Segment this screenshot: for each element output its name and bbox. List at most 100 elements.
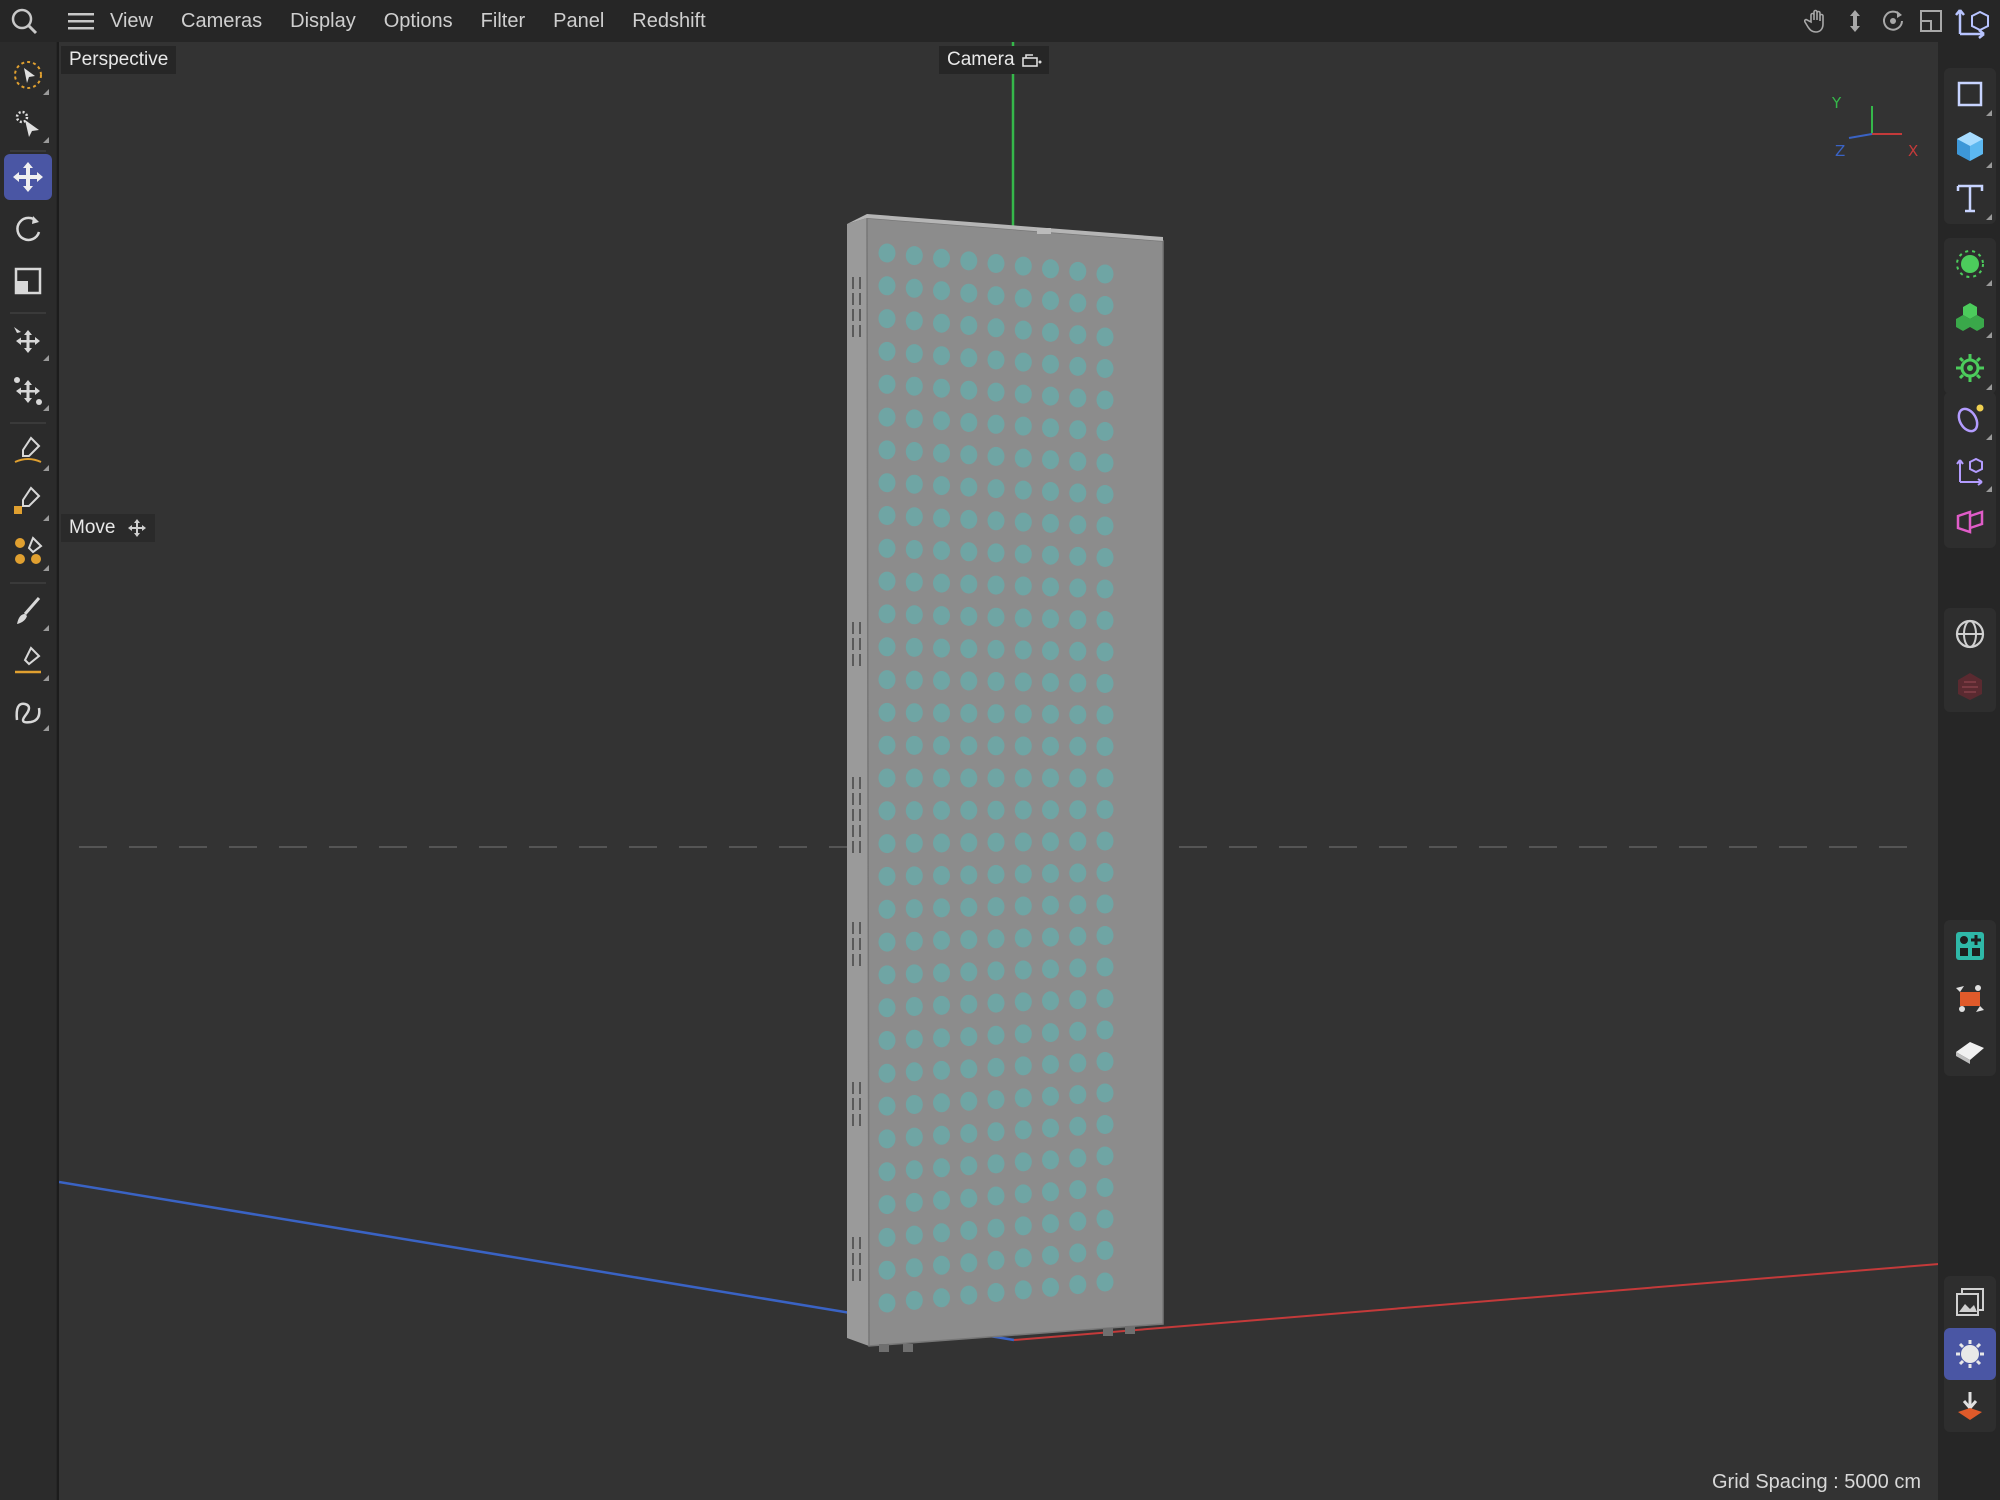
field-icon[interactable] bbox=[1944, 392, 1996, 444]
search-icon[interactable] bbox=[6, 4, 44, 38]
led-dot bbox=[987, 543, 1005, 563]
select-tool-icon[interactable] bbox=[4, 100, 52, 146]
led-dot bbox=[933, 346, 950, 366]
led-dot bbox=[1069, 325, 1087, 345]
led-dot bbox=[1014, 576, 1032, 596]
render-view-icon[interactable] bbox=[1944, 972, 1996, 1024]
led-dot bbox=[933, 833, 950, 853]
led-dot bbox=[905, 278, 923, 298]
led-dot bbox=[1014, 352, 1032, 372]
led-dot bbox=[960, 736, 978, 756]
led-dot bbox=[960, 994, 978, 1014]
led-dot bbox=[987, 350, 1005, 370]
render-settings-icon[interactable] bbox=[1944, 1276, 1996, 1328]
dolly-icon[interactable] bbox=[1836, 6, 1874, 36]
led-dot bbox=[1096, 485, 1114, 504]
maximize-view-icon[interactable] bbox=[1912, 6, 1950, 36]
menu-filter[interactable]: Filter bbox=[467, 0, 539, 42]
pan-hand-icon[interactable] bbox=[1798, 6, 1836, 36]
led-dot bbox=[1096, 1209, 1114, 1229]
cloner-icon[interactable] bbox=[1944, 290, 1996, 342]
led-dot bbox=[878, 243, 896, 263]
led-dot bbox=[1014, 672, 1032, 692]
orbit-icon[interactable] bbox=[1874, 6, 1912, 36]
spline-pen-icon[interactable] bbox=[4, 428, 52, 474]
camera-icon[interactable] bbox=[1944, 496, 1996, 548]
gizmo-x-label: X bbox=[1908, 142, 1919, 160]
viewport-solo-icon[interactable] bbox=[1944, 68, 1996, 120]
spline-smooth-icon[interactable] bbox=[4, 528, 52, 574]
redshift-icon[interactable] bbox=[1944, 660, 1996, 712]
led-dot bbox=[905, 1127, 923, 1147]
led-dot bbox=[1069, 546, 1087, 566]
spline-icon[interactable] bbox=[4, 688, 52, 734]
led-dot bbox=[878, 932, 896, 952]
node-editor-icon[interactable] bbox=[1944, 920, 1996, 972]
led-dot bbox=[1069, 1180, 1087, 1200]
menu-panel[interactable]: Panel bbox=[539, 0, 618, 42]
led-dot bbox=[878, 1063, 896, 1083]
led-dot bbox=[960, 477, 978, 497]
generator-icon[interactable] bbox=[1944, 238, 1996, 290]
workplane-icon[interactable] bbox=[1952, 2, 1992, 40]
brush-icon[interactable] bbox=[4, 588, 52, 634]
rotate-icon[interactable] bbox=[4, 206, 52, 252]
null-icon[interactable] bbox=[1944, 444, 1996, 496]
panel-side-face[interactable] bbox=[847, 218, 869, 1346]
view-name-label[interactable]: Perspective bbox=[61, 46, 177, 74]
led-dot bbox=[1042, 895, 1059, 915]
led-dot bbox=[1014, 704, 1032, 724]
led-dot bbox=[987, 768, 1005, 788]
led-dot bbox=[878, 768, 896, 788]
led-dot bbox=[933, 1028, 950, 1048]
perspective-viewport[interactable]: Perspective Camera Move Y Z X Grid Spaci… bbox=[57, 42, 1939, 1500]
led-dot bbox=[960, 930, 978, 950]
led-dot bbox=[1069, 831, 1087, 851]
led-dot bbox=[1096, 737, 1114, 756]
menu-redshift[interactable]: Redshift bbox=[618, 0, 719, 42]
led-dot bbox=[1096, 831, 1114, 851]
menu-options[interactable]: Options bbox=[370, 0, 467, 42]
transfer-icon[interactable] bbox=[4, 318, 52, 364]
led-dot bbox=[933, 1223, 950, 1243]
led-dot bbox=[1042, 1214, 1059, 1234]
camera-label[interactable]: Camera bbox=[939, 46, 1049, 74]
led-dot bbox=[960, 1059, 978, 1079]
led-dot bbox=[933, 768, 950, 788]
deformer-icon[interactable] bbox=[1944, 342, 1996, 394]
cube-icon[interactable] bbox=[1944, 120, 1996, 172]
scale-icon[interactable] bbox=[4, 258, 52, 304]
import-icon[interactable] bbox=[1944, 1380, 1996, 1432]
led-dot bbox=[1014, 544, 1032, 564]
material-icon[interactable] bbox=[1944, 1024, 1996, 1076]
led-dot bbox=[878, 341, 896, 361]
live-selection-icon[interactable] bbox=[4, 52, 52, 98]
led-dot bbox=[1042, 418, 1059, 438]
led-dot bbox=[960, 1156, 978, 1176]
move-icon[interactable] bbox=[4, 154, 52, 200]
led-dot bbox=[1042, 832, 1059, 852]
render-icon[interactable] bbox=[1944, 1328, 1996, 1380]
led-dot bbox=[960, 380, 978, 400]
multi-move-icon[interactable] bbox=[4, 368, 52, 414]
hamburger-icon[interactable] bbox=[66, 8, 96, 34]
led-dot bbox=[878, 801, 896, 821]
menu-display[interactable]: Display bbox=[276, 0, 370, 42]
led-dot bbox=[905, 670, 923, 690]
scene-icon[interactable] bbox=[1944, 608, 1996, 660]
menu-view[interactable]: View bbox=[96, 0, 167, 42]
led-dot bbox=[960, 316, 978, 335]
knife-icon[interactable] bbox=[4, 638, 52, 684]
text-icon[interactable] bbox=[1944, 172, 1996, 224]
led-dot bbox=[1069, 1148, 1087, 1168]
led-dot bbox=[1042, 1277, 1059, 1297]
led-dot bbox=[960, 962, 978, 982]
led-dot bbox=[1069, 515, 1087, 535]
spline-sketch-icon[interactable] bbox=[4, 478, 52, 524]
led-dot bbox=[1069, 1116, 1087, 1136]
led-dot bbox=[905, 246, 923, 266]
menu-cameras[interactable]: Cameras bbox=[167, 0, 276, 42]
led-dot bbox=[1096, 642, 1114, 662]
led-dot bbox=[1014, 512, 1032, 532]
led-dot bbox=[878, 604, 896, 624]
